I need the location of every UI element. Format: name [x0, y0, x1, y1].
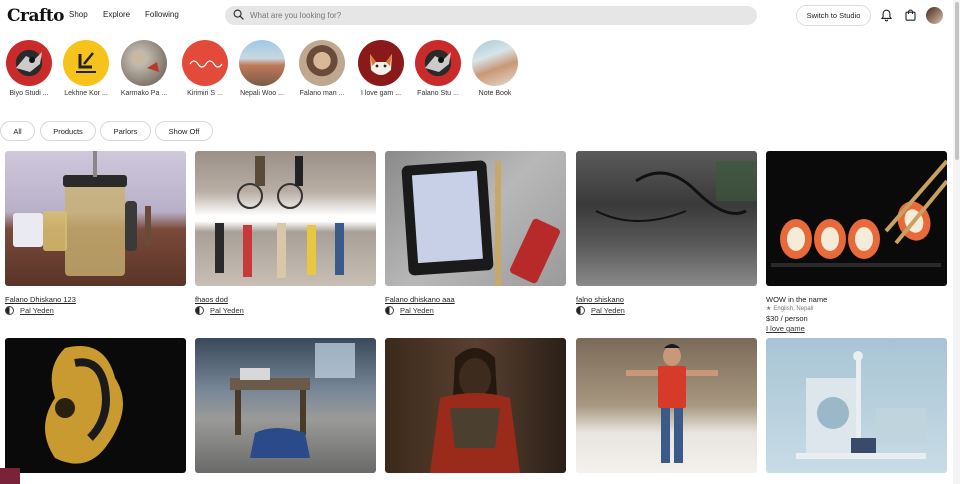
story-item[interactable]: Karmako Pa ...	[119, 40, 169, 97]
product-image[interactable]	[385, 338, 566, 473]
search-input[interactable]	[250, 11, 730, 20]
card-title[interactable]: fhaos dod	[195, 295, 376, 304]
story-item[interactable]: Lekhne Kor ...	[61, 40, 111, 97]
nav-following[interactable]: Following	[145, 10, 179, 19]
product-card[interactable]: WOW in the name ★ English, Nepali $30 / …	[766, 151, 947, 333]
product-card[interactable]	[5, 338, 186, 473]
story-item[interactable]: Falano man ...	[297, 40, 347, 97]
story-label: Biyo Studi ...	[9, 90, 49, 97]
logo[interactable]: Crafto	[7, 6, 65, 26]
product-image[interactable]	[385, 151, 566, 286]
scrollbar-thumb[interactable]	[955, 2, 959, 160]
nav-explore[interactable]: Explore	[103, 10, 130, 19]
star-icon: ★	[766, 306, 772, 312]
story-label: Note Book	[478, 90, 512, 97]
story-avatar	[6, 40, 52, 86]
story-label: Kirimiri S ...	[187, 90, 223, 97]
story-avatar	[299, 40, 345, 86]
author-name[interactable]: Pal Yeden	[20, 306, 54, 315]
filter-products[interactable]: Products	[40, 121, 96, 141]
story-item[interactable]: Falano Stu ...	[413, 40, 463, 97]
card-title[interactable]: falno shiskano	[576, 295, 757, 304]
author-avatar	[195, 306, 204, 315]
story-avatar	[121, 40, 167, 86]
product-image[interactable]	[5, 338, 186, 473]
product-card[interactable]: Falano dhiskano aaa Pal Yeden	[385, 151, 566, 315]
author-name[interactable]: Pal Yeden	[400, 306, 434, 315]
product-image[interactable]	[195, 151, 376, 286]
story-item[interactable]: I love gam ...	[356, 40, 406, 97]
story-label: I love gam ...	[360, 90, 402, 97]
switch-to-studio-button[interactable]: Switch to Studio	[796, 5, 871, 26]
story-avatar	[472, 40, 518, 86]
story-label: Lekhne Kor ...	[64, 90, 108, 97]
story-avatar	[358, 40, 404, 86]
product-card[interactable]	[195, 338, 376, 473]
bell-icon[interactable]	[880, 8, 892, 22]
card-link[interactable]: I love game	[766, 324, 947, 333]
story-avatar	[239, 40, 285, 86]
filter-all[interactable]: All	[0, 121, 35, 141]
story-item[interactable]: Note Book	[470, 40, 520, 97]
search-icon	[233, 7, 244, 25]
card-author[interactable]: Pal Yeden	[5, 306, 186, 315]
card-title[interactable]: Falano dhiskano aaa	[385, 295, 566, 304]
user-avatar[interactable]	[926, 7, 943, 24]
product-card[interactable]	[576, 338, 757, 473]
product-card[interactable]	[385, 338, 566, 473]
product-card[interactable]	[766, 338, 947, 473]
author-avatar	[385, 306, 394, 315]
author-avatar	[576, 306, 585, 315]
product-card[interactable]: falno shiskano Pal Yeden	[576, 151, 757, 315]
story-avatar	[415, 40, 461, 86]
card-author[interactable]: Pal Yeden	[195, 306, 376, 315]
card-author[interactable]: Pal Yeden	[576, 306, 757, 315]
product-image[interactable]	[5, 151, 186, 286]
story-label: Falano man ...	[299, 90, 345, 97]
product-image[interactable]	[576, 151, 757, 286]
floating-badge[interactable]	[0, 468, 20, 484]
card-price: $30 / person	[766, 314, 808, 323]
story-avatar	[63, 40, 109, 86]
card-languages: ★ English, Nepali	[766, 305, 947, 313]
card-title[interactable]: WOW in the name	[766, 295, 947, 304]
card-languages-text: English, Nepali	[773, 305, 814, 312]
product-image[interactable]	[766, 151, 947, 286]
author-name[interactable]: Pal Yeden	[210, 306, 244, 315]
product-image[interactable]	[195, 338, 376, 473]
product-image[interactable]	[766, 338, 947, 473]
story-label: Falano Stu ...	[417, 90, 459, 97]
story-item[interactable]: Nepali Woo ...	[237, 40, 287, 97]
story-item[interactable]: Biyo Studi ...	[4, 40, 54, 97]
search-bar[interactable]	[225, 6, 757, 25]
story-label: Karmako Pa ...	[120, 90, 168, 97]
product-image[interactable]	[576, 338, 757, 473]
story-item[interactable]: Kirimiri S ...	[180, 40, 230, 97]
product-card[interactable]: fhaos dod Pal Yeden	[195, 151, 376, 315]
story-label: Nepali Woo ...	[240, 90, 284, 97]
shopping-bag-icon[interactable]	[904, 8, 916, 22]
story-avatar	[182, 40, 228, 86]
nav-shop[interactable]: Shop	[69, 10, 88, 19]
card-title[interactable]: Falano Dhiskano 123	[5, 295, 186, 304]
top-bar: Crafto Shop Explore Following Switch to …	[0, 0, 960, 32]
card-author[interactable]: Pal Yeden	[385, 306, 566, 315]
filter-parlors[interactable]: Parlors	[100, 121, 151, 141]
filter-show-off[interactable]: Show Off	[155, 121, 213, 141]
product-card[interactable]: Falano Dhiskano 123 Pal Yeden	[5, 151, 186, 315]
author-avatar	[5, 306, 14, 315]
author-name[interactable]: Pal Yeden	[591, 306, 625, 315]
